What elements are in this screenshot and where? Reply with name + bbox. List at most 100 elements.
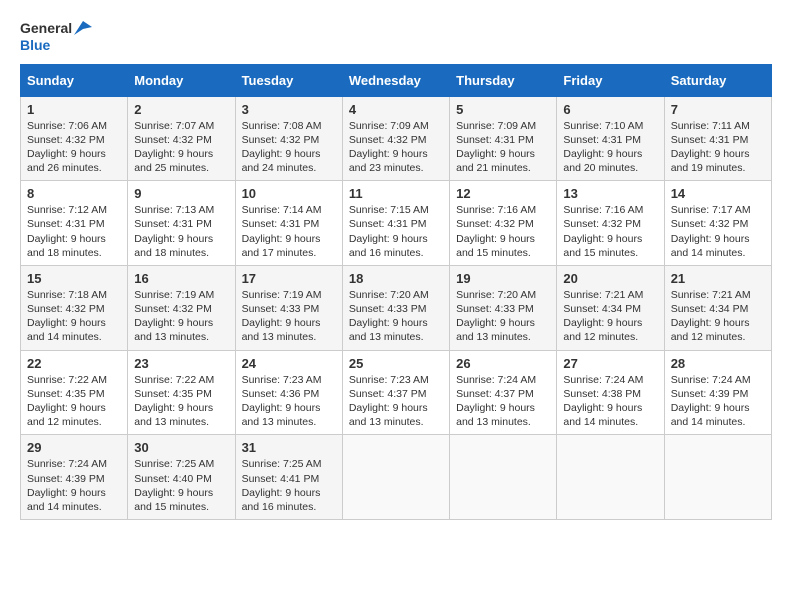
logo-blue: Blue [20, 37, 92, 54]
day-cell: 18 Sunrise: 7:20 AM Sunset: 4:33 PM Dayl… [342, 265, 449, 350]
day-info: Sunrise: 7:21 AM Sunset: 4:34 PM Dayligh… [671, 288, 765, 345]
day-info: Sunrise: 7:20 AM Sunset: 4:33 PM Dayligh… [456, 288, 550, 345]
calendar-table: SundayMondayTuesdayWednesdayThursdayFrid… [20, 64, 772, 520]
day-cell: 12 Sunrise: 7:16 AM Sunset: 4:32 PM Dayl… [450, 181, 557, 266]
day-cell: 24 Sunrise: 7:23 AM Sunset: 4:36 PM Dayl… [235, 350, 342, 435]
day-cell: 23 Sunrise: 7:22 AM Sunset: 4:35 PM Dayl… [128, 350, 235, 435]
day-number: 5 [456, 102, 550, 117]
day-number: 14 [671, 186, 765, 201]
day-number: 28 [671, 356, 765, 371]
day-number: 23 [134, 356, 228, 371]
day-number: 7 [671, 102, 765, 117]
day-number: 20 [563, 271, 657, 286]
day-cell: 4 Sunrise: 7:09 AM Sunset: 4:32 PM Dayli… [342, 96, 449, 181]
day-number: 12 [456, 186, 550, 201]
header-wednesday: Wednesday [342, 64, 449, 96]
day-info: Sunrise: 7:21 AM Sunset: 4:34 PM Dayligh… [563, 288, 657, 345]
day-info: Sunrise: 7:24 AM Sunset: 4:38 PM Dayligh… [563, 373, 657, 430]
day-number: 18 [349, 271, 443, 286]
header-friday: Friday [557, 64, 664, 96]
header-sunday: Sunday [21, 64, 128, 96]
day-number: 21 [671, 271, 765, 286]
day-info: Sunrise: 7:19 AM Sunset: 4:32 PM Dayligh… [134, 288, 228, 345]
day-info: Sunrise: 7:20 AM Sunset: 4:33 PM Dayligh… [349, 288, 443, 345]
header-thursday: Thursday [450, 64, 557, 96]
day-cell: 31 Sunrise: 7:25 AM Sunset: 4:41 PM Dayl… [235, 435, 342, 520]
day-cell: 19 Sunrise: 7:20 AM Sunset: 4:33 PM Dayl… [450, 265, 557, 350]
day-number: 6 [563, 102, 657, 117]
day-cell [557, 435, 664, 520]
day-cell: 11 Sunrise: 7:15 AM Sunset: 4:31 PM Dayl… [342, 181, 449, 266]
day-number: 10 [242, 186, 336, 201]
header-saturday: Saturday [664, 64, 771, 96]
day-info: Sunrise: 7:24 AM Sunset: 4:39 PM Dayligh… [27, 457, 121, 514]
day-cell: 5 Sunrise: 7:09 AM Sunset: 4:31 PM Dayli… [450, 96, 557, 181]
week-row-1: 1 Sunrise: 7:06 AM Sunset: 4:32 PM Dayli… [21, 96, 772, 181]
day-info: Sunrise: 7:10 AM Sunset: 4:31 PM Dayligh… [563, 119, 657, 176]
day-info: Sunrise: 7:16 AM Sunset: 4:32 PM Dayligh… [563, 203, 657, 260]
day-info: Sunrise: 7:08 AM Sunset: 4:32 PM Dayligh… [242, 119, 336, 176]
day-number: 2 [134, 102, 228, 117]
day-number: 15 [27, 271, 121, 286]
day-info: Sunrise: 7:13 AM Sunset: 4:31 PM Dayligh… [134, 203, 228, 260]
day-info: Sunrise: 7:18 AM Sunset: 4:32 PM Dayligh… [27, 288, 121, 345]
day-cell: 7 Sunrise: 7:11 AM Sunset: 4:31 PM Dayli… [664, 96, 771, 181]
day-info: Sunrise: 7:07 AM Sunset: 4:32 PM Dayligh… [134, 119, 228, 176]
day-number: 13 [563, 186, 657, 201]
day-cell [664, 435, 771, 520]
day-info: Sunrise: 7:24 AM Sunset: 4:37 PM Dayligh… [456, 373, 550, 430]
day-info: Sunrise: 7:09 AM Sunset: 4:31 PM Dayligh… [456, 119, 550, 176]
day-info: Sunrise: 7:17 AM Sunset: 4:32 PM Dayligh… [671, 203, 765, 260]
day-info: Sunrise: 7:16 AM Sunset: 4:32 PM Dayligh… [456, 203, 550, 260]
day-info: Sunrise: 7:22 AM Sunset: 4:35 PM Dayligh… [27, 373, 121, 430]
day-cell: 30 Sunrise: 7:25 AM Sunset: 4:40 PM Dayl… [128, 435, 235, 520]
day-cell: 26 Sunrise: 7:24 AM Sunset: 4:37 PM Dayl… [450, 350, 557, 435]
day-number: 8 [27, 186, 121, 201]
week-row-3: 15 Sunrise: 7:18 AM Sunset: 4:32 PM Dayl… [21, 265, 772, 350]
logo: General Blue [20, 20, 92, 54]
day-info: Sunrise: 7:06 AM Sunset: 4:32 PM Dayligh… [27, 119, 121, 176]
day-cell: 21 Sunrise: 7:21 AM Sunset: 4:34 PM Dayl… [664, 265, 771, 350]
day-info: Sunrise: 7:24 AM Sunset: 4:39 PM Dayligh… [671, 373, 765, 430]
day-cell: 8 Sunrise: 7:12 AM Sunset: 4:31 PM Dayli… [21, 181, 128, 266]
day-number: 9 [134, 186, 228, 201]
logo-bird-icon [74, 21, 92, 35]
day-cell: 27 Sunrise: 7:24 AM Sunset: 4:38 PM Dayl… [557, 350, 664, 435]
day-info: Sunrise: 7:22 AM Sunset: 4:35 PM Dayligh… [134, 373, 228, 430]
day-number: 24 [242, 356, 336, 371]
day-info: Sunrise: 7:25 AM Sunset: 4:41 PM Dayligh… [242, 457, 336, 514]
day-cell: 13 Sunrise: 7:16 AM Sunset: 4:32 PM Dayl… [557, 181, 664, 266]
header-monday: Monday [128, 64, 235, 96]
day-cell: 14 Sunrise: 7:17 AM Sunset: 4:32 PM Dayl… [664, 181, 771, 266]
day-cell: 10 Sunrise: 7:14 AM Sunset: 4:31 PM Dayl… [235, 181, 342, 266]
day-number: 1 [27, 102, 121, 117]
day-cell: 20 Sunrise: 7:21 AM Sunset: 4:34 PM Dayl… [557, 265, 664, 350]
week-row-5: 29 Sunrise: 7:24 AM Sunset: 4:39 PM Dayl… [21, 435, 772, 520]
week-row-4: 22 Sunrise: 7:22 AM Sunset: 4:35 PM Dayl… [21, 350, 772, 435]
day-info: Sunrise: 7:12 AM Sunset: 4:31 PM Dayligh… [27, 203, 121, 260]
day-number: 25 [349, 356, 443, 371]
day-number: 4 [349, 102, 443, 117]
day-number: 19 [456, 271, 550, 286]
day-cell: 16 Sunrise: 7:19 AM Sunset: 4:32 PM Dayl… [128, 265, 235, 350]
day-cell: 3 Sunrise: 7:08 AM Sunset: 4:32 PM Dayli… [235, 96, 342, 181]
day-info: Sunrise: 7:14 AM Sunset: 4:31 PM Dayligh… [242, 203, 336, 260]
day-cell: 28 Sunrise: 7:24 AM Sunset: 4:39 PM Dayl… [664, 350, 771, 435]
day-cell: 9 Sunrise: 7:13 AM Sunset: 4:31 PM Dayli… [128, 181, 235, 266]
logo-general: General [20, 20, 72, 37]
day-number: 22 [27, 356, 121, 371]
day-number: 29 [27, 440, 121, 455]
day-cell [450, 435, 557, 520]
day-cell [342, 435, 449, 520]
day-cell: 25 Sunrise: 7:23 AM Sunset: 4:37 PM Dayl… [342, 350, 449, 435]
day-number: 27 [563, 356, 657, 371]
day-cell: 2 Sunrise: 7:07 AM Sunset: 4:32 PM Dayli… [128, 96, 235, 181]
calendar-header-row: SundayMondayTuesdayWednesdayThursdayFrid… [21, 64, 772, 96]
day-cell: 15 Sunrise: 7:18 AM Sunset: 4:32 PM Dayl… [21, 265, 128, 350]
day-number: 3 [242, 102, 336, 117]
day-number: 11 [349, 186, 443, 201]
day-number: 16 [134, 271, 228, 286]
day-number: 17 [242, 271, 336, 286]
header-tuesday: Tuesday [235, 64, 342, 96]
day-cell: 22 Sunrise: 7:22 AM Sunset: 4:35 PM Dayl… [21, 350, 128, 435]
